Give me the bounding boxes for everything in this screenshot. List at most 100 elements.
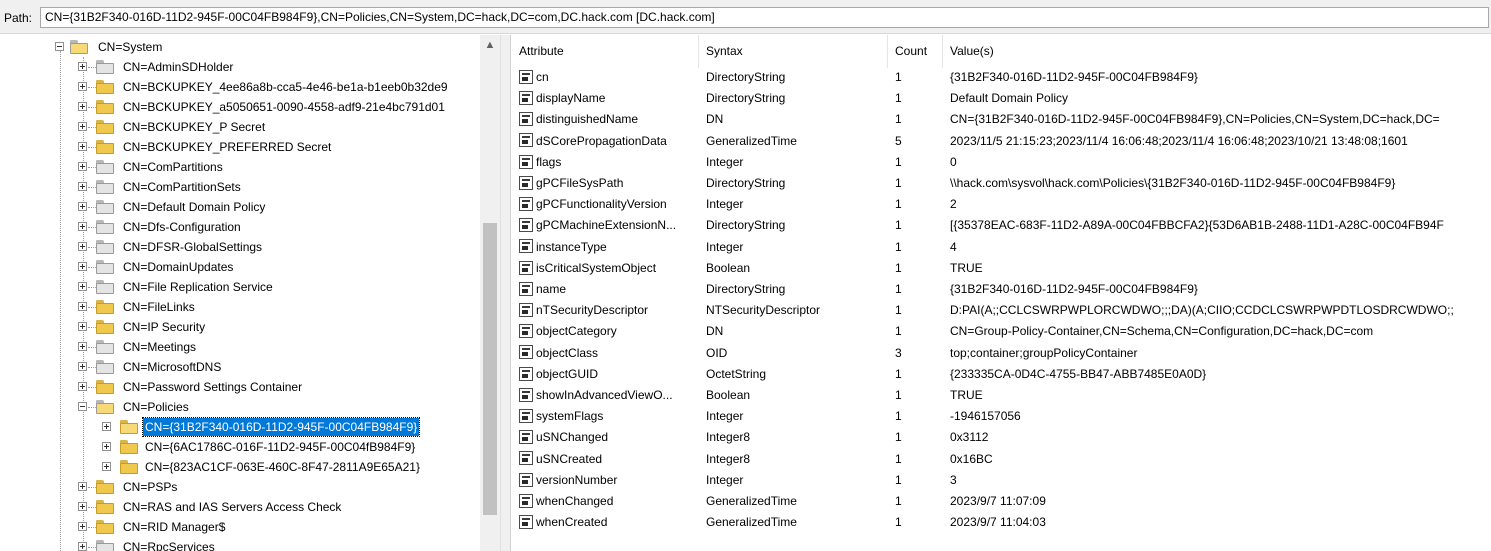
column-header-count[interactable]: Count: [887, 35, 942, 68]
tree-node[interactable]: CN=BCKUPKEY_P Secret: [0, 117, 480, 137]
attribute-row[interactable]: uSNChanged Integer8 1 0x3112: [511, 427, 1491, 448]
attribute-row[interactable]: cn DirectoryString 1 {31B2F340-016D-11D2-94…: [511, 67, 1491, 88]
expand-icon[interactable]: [78, 82, 87, 91]
attribute-row[interactable]: name DirectoryString 1 {31B2F340-016D-11D2-…: [511, 279, 1491, 300]
tree-node-label[interactable]: CN=MicrosoftDNS: [121, 357, 223, 377]
tree-node[interactable]: CN=RpcServices: [0, 537, 480, 551]
attribute-row[interactable]: flags Integer 1 0: [511, 152, 1491, 173]
tree-node-label[interactable]: CN=System: [96, 37, 164, 57]
tree-node-label[interactable]: CN=RpcServices: [121, 537, 217, 551]
expand-icon[interactable]: [102, 462, 111, 471]
expand-icon[interactable]: [78, 502, 87, 511]
expand-icon[interactable]: [102, 422, 111, 431]
tree-node[interactable]: CN=File Replication Service: [0, 277, 480, 297]
tree-node[interactable]: CN=RAS and IAS Servers Access Check: [0, 497, 480, 517]
tree-scrollbar[interactable]: ▲: [480, 35, 500, 551]
tree-node-policy[interactable]: CN={31B2F340-016D-11D2-945F-00C04FB984F9…: [0, 417, 480, 437]
tree-node[interactable]: CN=Policies: [0, 397, 480, 417]
tree-node[interactable]: CN=ComPartitions: [0, 157, 480, 177]
pane-splitter[interactable]: [500, 35, 511, 551]
expand-icon[interactable]: [78, 102, 87, 111]
tree-node-label[interactable]: CN=IP Security: [121, 317, 207, 337]
expand-icon[interactable]: [78, 342, 87, 351]
scroll-up-icon[interactable]: ▲: [480, 35, 500, 55]
tree-node[interactable]: CN=AdminSDHolder: [0, 57, 480, 77]
tree-node-label[interactable]: CN=DomainUpdates: [121, 257, 235, 277]
tree-node-policy[interactable]: CN={6AC1786C-016F-11D2-945F-00C04fB984F9…: [0, 437, 480, 457]
expand-icon[interactable]: [78, 322, 87, 331]
attribute-row[interactable]: objectGUID OctetString 1 {233335CA-0D4C-475…: [511, 364, 1491, 385]
tree-node[interactable]: CN=DomainUpdates: [0, 257, 480, 277]
tree-node-system[interactable]: CN=System: [0, 37, 480, 57]
tree-node-label[interactable]: CN={823AC1CF-063E-460C-8F47-2811A9E65A21…: [143, 457, 422, 477]
tree-node[interactable]: CN=ComPartitionSets: [0, 177, 480, 197]
attribute-row[interactable]: versionNumber Integer 1 3: [511, 470, 1491, 491]
tree-node-label[interactable]: CN=Default Domain Policy: [121, 197, 267, 217]
attribute-row[interactable]: isCriticalSystemObject Boolean 1 TRUE: [511, 258, 1491, 279]
expand-icon[interactable]: [78, 62, 87, 71]
collapse-icon[interactable]: [78, 402, 87, 411]
tree-node[interactable]: CN=BCKUPKEY_a5050651-0090-4558-adf9-21e4…: [0, 97, 480, 117]
tree-node[interactable]: CN=PSPs: [0, 477, 480, 497]
tree-node-label[interactable]: CN=BCKUPKEY_4ee86a8b-cca5-4e46-be1a-b1ee…: [121, 77, 450, 97]
tree-node[interactable]: CN=Meetings: [0, 337, 480, 357]
tree-node-label[interactable]: CN=RID Manager$: [121, 517, 227, 537]
tree-node-label[interactable]: CN=FileLinks: [121, 297, 197, 317]
tree-node[interactable]: CN=Dfs-Configuration: [0, 217, 480, 237]
tree-view[interactable]: CN=System CN=AdminSDHolder CN=BCKUPKEY_4e…: [0, 35, 480, 551]
tree-node[interactable]: CN=BCKUPKEY_4ee86a8b-cca5-4e46-be1a-b1ee…: [0, 77, 480, 97]
tree-node[interactable]: CN=MicrosoftDNS: [0, 357, 480, 377]
tree-node-label[interactable]: CN=Password Settings Container: [121, 377, 304, 397]
column-header-attribute[interactable]: Attribute: [511, 35, 698, 68]
tree-node-label[interactable]: CN=BCKUPKEY_a5050651-0090-4558-adf9-21e4…: [121, 97, 447, 117]
attribute-row[interactable]: gPCMachineExtensionN... DirectoryString 1 […: [511, 215, 1491, 236]
attribute-row[interactable]: uSNCreated Integer8 1 0x16BC: [511, 449, 1491, 470]
tree-node-label[interactable]: CN=BCKUPKEY_P Secret: [121, 117, 267, 137]
attribute-row[interactable]: gPCFunctionalityVersion Integer 1 2: [511, 194, 1491, 215]
tree-node-label[interactable]: CN=File Replication Service: [121, 277, 275, 297]
attribute-row[interactable]: objectClass OID 3 top;container;groupPolicy…: [511, 343, 1491, 364]
attribute-row[interactable]: nTSecurityDescriptor NTSecurityDescriptor…: [511, 300, 1491, 321]
tree-node-label[interactable]: CN={6AC1786C-016F-11D2-945F-00C04fB984F9…: [143, 437, 417, 457]
tree-pane[interactable]: CN=System CN=AdminSDHolder CN=BCKUPKEY_4e…: [0, 35, 500, 551]
tree-node-label[interactable]: CN=BCKUPKEY_PREFERRED Secret: [121, 137, 333, 157]
tree-node[interactable]: CN=Default Domain Policy: [0, 197, 480, 217]
tree-node-label[interactable]: CN=RAS and IAS Servers Access Check: [121, 497, 343, 517]
expand-icon[interactable]: [78, 222, 87, 231]
tree-node-policy[interactable]: CN={823AC1CF-063E-460C-8F47-2811A9E65A21…: [0, 457, 480, 477]
attribute-row[interactable]: objectCategory DN 1 CN=Group-Policy-Contain…: [511, 321, 1491, 342]
attribute-row[interactable]: systemFlags Integer 1 -1946157056: [511, 406, 1491, 427]
attribute-row[interactable]: whenCreated GeneralizedTime 1 2023/9/7 11:0…: [511, 512, 1491, 533]
tree-node-label[interactable]: CN=DFSR-GlobalSettings: [121, 237, 264, 257]
attribute-row[interactable]: displayName DirectoryString 1 Default Domai…: [511, 88, 1491, 109]
expand-icon[interactable]: [78, 362, 87, 371]
collapse-icon[interactable]: [55, 42, 64, 51]
expand-icon[interactable]: [78, 242, 87, 251]
tree-node[interactable]: CN=DFSR-GlobalSettings: [0, 237, 480, 257]
column-header-values[interactable]: Value(s): [942, 35, 1491, 68]
tree-node-label[interactable]: CN=ComPartitions: [121, 157, 225, 177]
tree-node[interactable]: CN=BCKUPKEY_PREFERRED Secret: [0, 137, 480, 157]
tree-node-label-selected[interactable]: CN={31B2F340-016D-11D2-945F-00C04FB984F9…: [141, 417, 421, 437]
expand-icon[interactable]: [78, 202, 87, 211]
tree-node-label[interactable]: CN=Policies: [121, 397, 191, 417]
tree-node-label[interactable]: CN=PSPs: [121, 477, 179, 497]
expand-icon[interactable]: [78, 482, 87, 491]
tree-node-label[interactable]: CN=ComPartitionSets: [121, 177, 243, 197]
attribute-list[interactable]: Attribute Syntax Count Value(s) cn Direct…: [511, 35, 1491, 551]
attribute-row[interactable]: instanceType Integer 1 4: [511, 237, 1491, 258]
tree-node[interactable]: CN=IP Security: [0, 317, 480, 337]
expand-icon[interactable]: [78, 542, 87, 551]
tree-node-label[interactable]: CN=Dfs-Configuration: [121, 217, 243, 237]
expand-icon[interactable]: [78, 162, 87, 171]
expand-icon[interactable]: [102, 442, 111, 451]
expand-icon[interactable]: [78, 142, 87, 151]
expand-icon[interactable]: [78, 262, 87, 271]
expand-icon[interactable]: [78, 182, 87, 191]
scroll-thumb[interactable]: [483, 223, 497, 515]
tree-node-label[interactable]: CN=AdminSDHolder: [121, 57, 235, 77]
tree-node-label[interactable]: CN=Meetings: [121, 337, 198, 357]
expand-icon[interactable]: [78, 302, 87, 311]
expand-icon[interactable]: [78, 522, 87, 531]
attribute-row[interactable]: whenChanged GeneralizedTime 1 2023/9/7 11:0…: [511, 491, 1491, 512]
